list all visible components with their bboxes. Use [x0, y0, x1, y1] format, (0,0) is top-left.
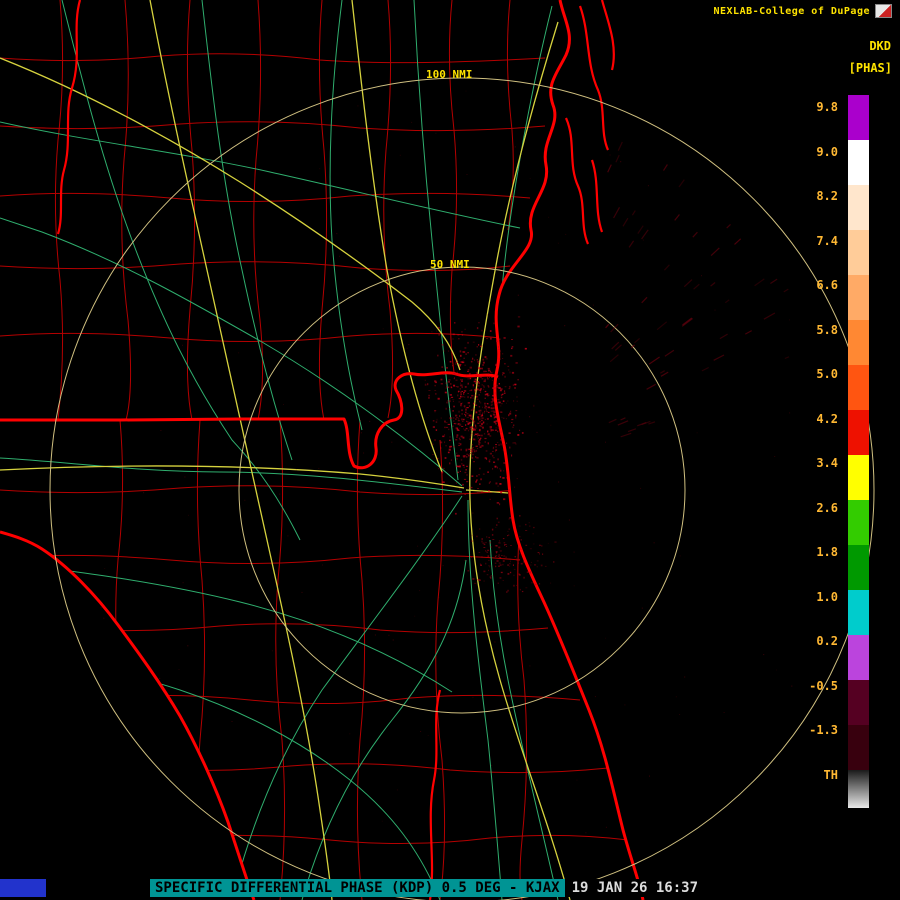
status-bar: SPECIFIC DIFFERENTIAL PHASE (KDP) 0.5 DE… [0, 879, 900, 897]
colorbar-segment [848, 545, 869, 590]
colorbar-segment [848, 590, 869, 635]
colorbar-tick: 3.4 [816, 456, 838, 470]
colorbar-tick: 7.4 [816, 233, 838, 248]
colorbar-segment [848, 95, 869, 140]
colorbar-scale [848, 95, 869, 808]
county-boundaries [0, 0, 629, 900]
colorbar-tick: 9.0 [816, 144, 838, 159]
colorbar-segment [848, 410, 869, 455]
status-product-text: SPECIFIC DIFFERENTIAL PHASE (KDP) 0.5 DE… [150, 879, 565, 897]
range-ring-label-50nmi: 50 NMI [430, 258, 470, 271]
colorbar-segment [848, 230, 869, 275]
colorbar-segment [848, 140, 869, 185]
radar-echo-layer [70, 90, 793, 839]
range-ring-label-100nmi: 100 NMI [426, 68, 473, 81]
colorbar-segment [848, 770, 869, 808]
colorbar-tick: 5.8 [816, 322, 838, 337]
colorbar-tick: -0.5 [809, 678, 838, 693]
corner-color-swatch [0, 879, 46, 897]
colorbar-tick: 5.0 [816, 367, 838, 381]
colorbar-tick: 0.2 [816, 634, 838, 648]
colorbar-tick: TH [823, 767, 838, 782]
colorbar-segment [848, 455, 869, 500]
colorbar-tick: 6.6 [816, 278, 838, 292]
colorbar-tick: 4.2 [816, 411, 838, 426]
range-ring-50nmi [238, 266, 686, 714]
colorbar-tick: 1.0 [816, 589, 838, 604]
colorbar: 9.8 9.0 8.2 7.4 6.6 5.8 5.0 4.2 3.4 2.6 1.8 1.0 0.2 -… [780, 0, 900, 900]
colorbar-tick: 2.6 [816, 500, 838, 515]
colorbar-segment [848, 500, 869, 545]
colorbar-segment [848, 725, 869, 770]
colorbar-tick: 8.2 [816, 189, 838, 203]
colorbar-segment [848, 320, 869, 365]
radar-map [0, 0, 875, 900]
radar-viewport: NEXLAB-College of DuPage DKD [PHAS] 9.8 9… [0, 0, 900, 900]
status-text-row: SPECIFIC DIFFERENTIAL PHASE (KDP) 0.5 DE… [150, 879, 706, 897]
colorbar-segment [848, 680, 869, 725]
colorbar-segment [848, 635, 869, 680]
colorbar-tick: 9.8 [816, 100, 838, 114]
colorbar-segment [848, 185, 869, 230]
colorbar-tick: -1.3 [809, 723, 838, 737]
highways [0, 0, 571, 900]
state-boundaries-coastline [0, 0, 645, 900]
colorbar-tick: 1.8 [816, 545, 838, 559]
colorbar-segment [848, 275, 869, 320]
colorbar-segment [848, 365, 869, 410]
status-timestamp: 19 JAN 26 16:37 [564, 879, 706, 897]
